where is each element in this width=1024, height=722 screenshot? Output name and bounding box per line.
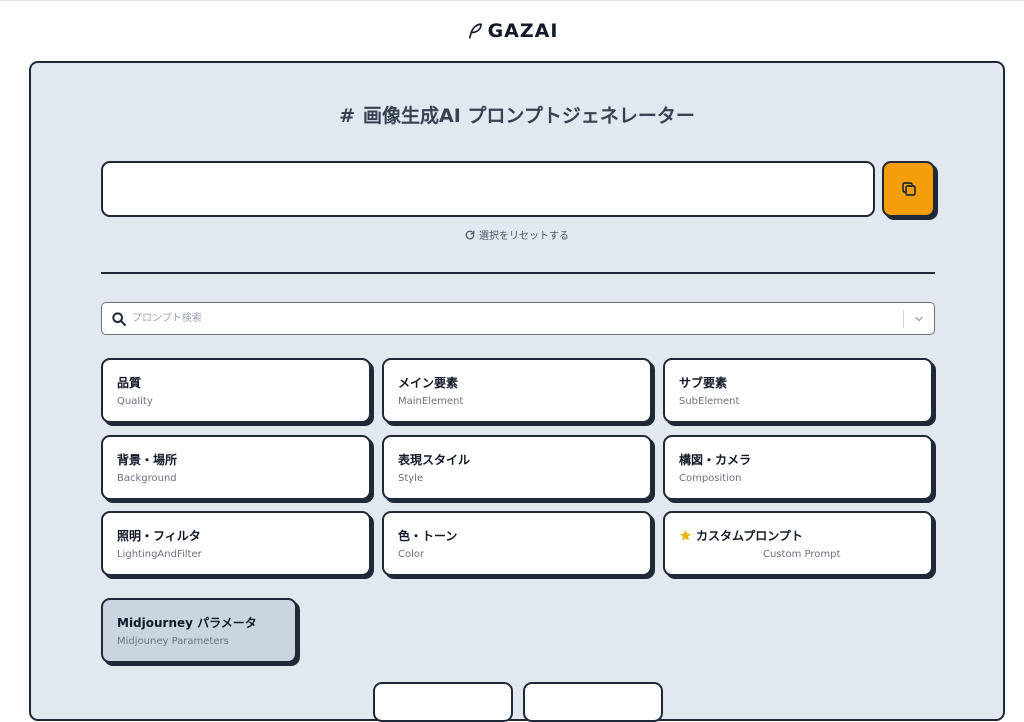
divider [101, 272, 935, 274]
hash-icon: # [339, 105, 356, 127]
bottom-button-partial[interactable] [373, 682, 513, 722]
category-title: 表現スタイル [398, 453, 471, 467]
refresh-icon [465, 230, 475, 239]
category-title: 色・トーン [398, 529, 458, 543]
chevron-down-icon [915, 316, 923, 321]
category-subtitle: Background [117, 473, 177, 484]
top-bar: GAZAI [0, 0, 1024, 60]
category-title: Midjourney パラメータ [117, 616, 257, 630]
dropdown-toggle[interactable] [904, 313, 934, 325]
category-card-color[interactable]: 色・トーン Color [382, 511, 652, 576]
category-title: 背景・場所 [117, 453, 178, 467]
category-subtitle: SubElement [679, 396, 740, 407]
generator-panel: # 画像生成AI プロンプトジェネレーター 選択をリセットする 品質 [29, 61, 1005, 722]
star-icon [680, 530, 691, 541]
category-card-style[interactable]: 表現スタイル Style [382, 435, 652, 500]
category-subtitle: Style [398, 473, 424, 484]
category-title-row: カスタムプロンプト [679, 527, 931, 544]
bottom-button-partial[interactable] [523, 682, 663, 722]
brand-logo[interactable]: GAZAI [466, 20, 559, 42]
category-card-midjourney[interactable]: Midjourney パラメータ Midjouney Parameters [101, 598, 297, 663]
category-subtitle: Composition [679, 473, 742, 484]
feather-icon [468, 22, 482, 39]
category-subtitle: Custom Prompt [763, 549, 841, 560]
brand-name: GAZAI [487, 19, 559, 42]
category-title: カスタムプロンプト [696, 529, 803, 543]
page-title: # 画像生成AI プロンプトジェネレーター [31, 101, 1003, 128]
category-title: サブ要素 [679, 376, 728, 390]
category-subtitle: LightingAndFilter [117, 549, 202, 560]
category-card-custom-prompt[interactable]: カスタムプロンプト Custom Prompt [663, 511, 933, 576]
prompt-output-field[interactable] [101, 161, 875, 217]
category-card-background[interactable]: 背景・場所 Background [101, 435, 371, 500]
category-title: 構図・カメラ [679, 453, 752, 467]
prompt-search-select[interactable] [101, 302, 935, 335]
copy-icon [901, 182, 916, 196]
reset-label: 選択をリセットする [479, 231, 569, 242]
search-icon [112, 311, 126, 326]
reset-selection-link[interactable]: 選択をリセットする [31, 227, 1003, 242]
category-card-composition[interactable]: 構図・カメラ Composition [663, 435, 933, 500]
category-title: 照明・フィルタ [117, 529, 201, 543]
category-subtitle: Color [398, 549, 425, 560]
category-subtitle: MainElement [398, 396, 464, 407]
search-input[interactable] [127, 303, 903, 334]
category-title: メイン要素 [398, 376, 459, 390]
copy-button[interactable] [882, 161, 935, 217]
category-card-main-element[interactable]: メイン要素 MainElement [382, 358, 652, 423]
category-title: 品質 [117, 376, 142, 390]
page-title-text: 画像生成AI プロンプトジェネレーター [363, 105, 695, 127]
category-card-lighting[interactable]: 照明・フィルタ LightingAndFilter [101, 511, 371, 576]
category-subtitle: Midjouney Parameters [117, 636, 229, 647]
category-card-quality[interactable]: 品質 Quality [101, 358, 371, 423]
category-card-sub-element[interactable]: サブ要素 SubElement [663, 358, 933, 423]
category-subtitle: Quality [117, 396, 153, 407]
